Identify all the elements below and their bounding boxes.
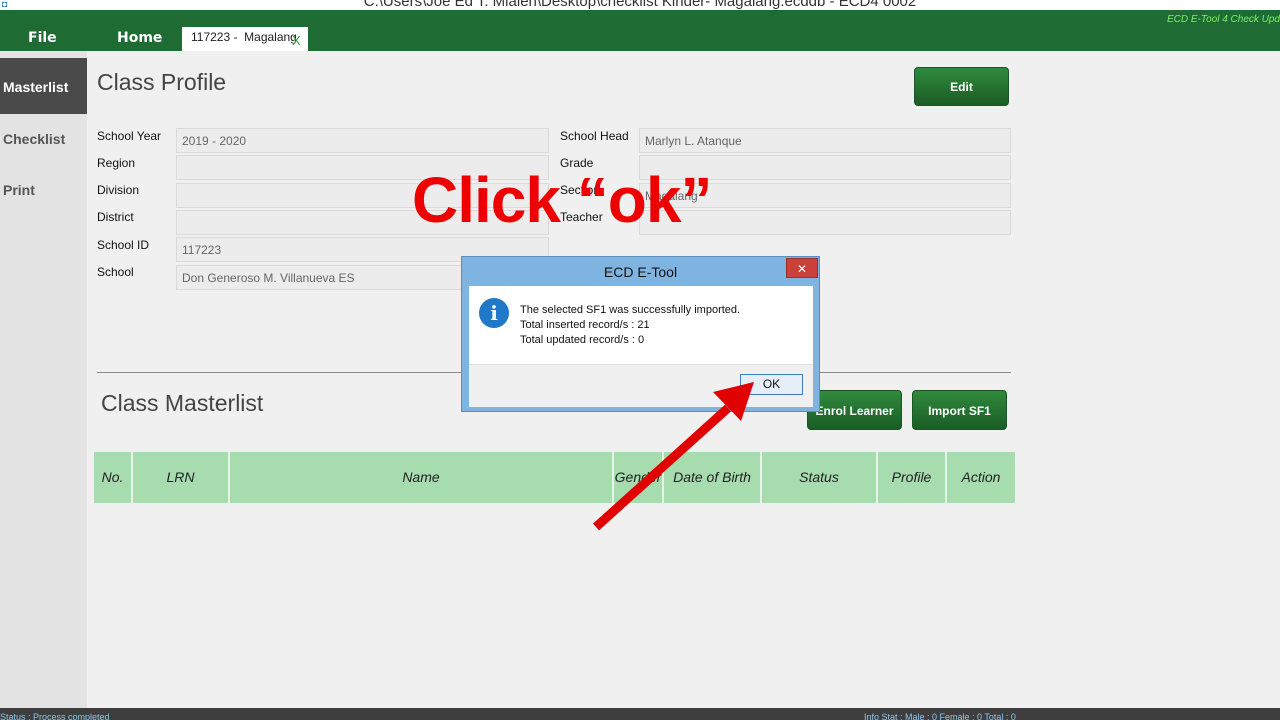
school-year-field[interactable]: 2019 - 2020 <box>176 128 549 153</box>
school-label: School <box>97 265 134 279</box>
page-title: Class Profile <box>97 69 227 95</box>
dialog-title: ECD E-Tool <box>603 264 678 280</box>
window-titlebar: ◘ C:\Users\Joe Ed T. Mialen\Desktop\chec… <box>0 0 1280 10</box>
column-header-action[interactable]: Action <box>947 452 1015 503</box>
school-id-label: School ID <box>97 238 150 252</box>
column-header-no[interactable]: No. <box>94 452 133 503</box>
close-tab-icon[interactable]: X <box>292 33 301 48</box>
dialog-footer: OK <box>469 364 813 407</box>
status-text: Status : Process completed <box>0 712 110 720</box>
masterlist-title: Class Masterlist <box>101 390 264 416</box>
division-label: Division <box>97 183 140 197</box>
document-tab[interactable]: 117223 - Magalang X <box>182 27 308 52</box>
column-header-date-of-birth[interactable]: Date of Birth <box>664 452 762 503</box>
enrol-learner-button[interactable]: Enrol Learner <box>807 390 902 430</box>
instruction-annotation: Click “ok” <box>412 164 712 236</box>
column-header-name[interactable]: Name <box>230 452 614 503</box>
ok-button[interactable]: OK <box>740 374 803 395</box>
message-dialog: ECD E-Tool ✕ i The selected SF1 was succ… <box>461 256 820 412</box>
sidebar: Masterlist Checklist Print <box>0 51 87 708</box>
sidebar-item-checklist[interactable]: Checklist <box>0 131 87 147</box>
window-title: C:\Users\Joe Ed T. Mialen\Desktop\checkl… <box>363 0 917 10</box>
column-header-status[interactable]: Status <box>762 452 878 503</box>
check-update-link[interactable]: ECD E-Tool 4 Check Upd <box>1167 14 1280 25</box>
edit-button[interactable]: Edit <box>914 67 1009 106</box>
dialog-message-line: Total updated record/s : 0 <box>520 334 645 346</box>
dialog-close-button[interactable]: ✕ <box>786 258 818 278</box>
district-label: District <box>97 210 134 224</box>
sidebar-item-masterlist[interactable]: Masterlist <box>0 58 87 114</box>
info-stat-text: Info Stat : Male : 0 Female : 0 Total : … <box>864 712 1016 720</box>
sidebar-item-print[interactable]: Print <box>0 182 87 198</box>
statusbar: Status : Process completed Info Stat : M… <box>0 708 1280 720</box>
dialog-message-line: The selected SF1 was successfully import… <box>520 304 741 316</box>
school-year-label: School Year <box>97 129 162 143</box>
dialog-body: i The selected SF1 was successfully impo… <box>469 286 813 364</box>
column-header-lrn[interactable]: LRN <box>133 452 230 503</box>
menu-file[interactable]: File <box>28 30 57 46</box>
school-head-field[interactable]: Marlyn L. Atanque <box>639 128 1011 153</box>
document-tab-label: 117223 - Magalang <box>191 30 297 44</box>
school-head-label: School Head <box>560 129 629 143</box>
column-header-gender[interactable]: Gender <box>614 452 664 503</box>
masterlist-table-header: No. LRN Name Gender Date of Birth Status… <box>94 452 1015 503</box>
region-label: Region <box>97 156 136 170</box>
info-icon: i <box>479 298 509 328</box>
column-header-profile[interactable]: Profile <box>878 452 947 503</box>
dialog-message-line: Total inserted record/s : 21 <box>520 319 650 331</box>
menu-home[interactable]: Home <box>117 30 162 46</box>
menubar: File Home 117223 - Magalang X ECD E-Tool… <box>0 10 1280 52</box>
import-sf1-button[interactable]: Import SF1 <box>912 390 1007 430</box>
